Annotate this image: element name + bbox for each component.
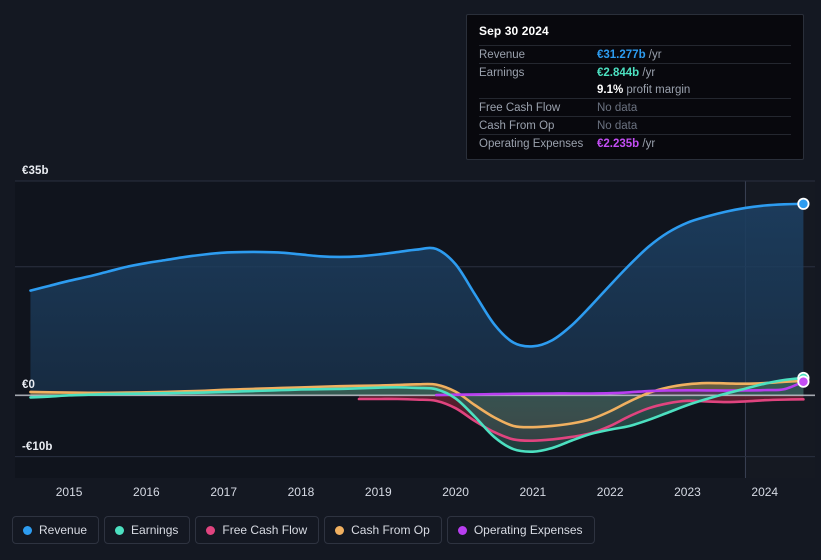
legend-color-dot-icon <box>206 525 216 535</box>
x-axis-tick: 2022 <box>596 485 624 499</box>
x-axis-tick: 2018 <box>287 485 315 499</box>
tooltip-row-unit: profit margin <box>623 83 691 96</box>
tooltip-row-label: Revenue <box>479 48 526 61</box>
y-axis-tick: €35b <box>22 165 49 177</box>
tooltip-row-value: No data <box>597 102 637 114</box>
tooltip-row-label: Operating Expenses <box>479 137 584 150</box>
tooltip-row: Earnings €2.844b /yr <box>479 63 791 81</box>
tooltip-row-label: Free Cash Flow <box>479 101 561 114</box>
legend-item-earnings[interactable]: Earnings <box>104 516 191 544</box>
legend-color-dot-icon <box>457 525 467 535</box>
legend-item-label: Revenue <box>39 523 88 537</box>
x-axis-tick: 2021 <box>519 485 547 499</box>
legend-color-dot-icon <box>115 525 125 535</box>
legend-color-dot-icon <box>23 525 32 535</box>
tooltip-row-unit: /yr <box>639 66 656 79</box>
tooltip-row-value: €2.844b /yr <box>597 67 655 79</box>
legend-item-label: Operating Expenses <box>473 523 583 537</box>
y-axis-tick: €0 <box>22 379 35 392</box>
tooltip-row: 9.1% profit margin <box>479 81 791 98</box>
tooltip-rows: Revenue €31.277b /yr Earnings €2.844b /yr 9.… <box>479 45 791 152</box>
legend-item-cash-from-op[interactable]: Cash From Op <box>324 516 442 544</box>
tooltip-row: Operating Expenses €2.235b /yr <box>479 134 791 152</box>
tooltip-row-value: €2.235b /yr <box>597 138 655 150</box>
chart-legend: Revenue Earnings Free Cash Flow Cash From O… <box>12 516 595 544</box>
tooltip-row: Cash From Op No data <box>479 116 791 134</box>
legend-item-label: Cash From Op <box>351 523 430 537</box>
x-axis-tick: 2020 <box>442 485 469 499</box>
financial-chart-page: €35b €0 -€10b 2015 2016 2017 2018 2019 2020 2021… <box>0 0 821 560</box>
tooltip-row-unit: /yr <box>639 137 656 150</box>
legend-item-operating-expenses[interactable]: Operating Expenses <box>446 516 595 544</box>
x-axis-tick: 2019 <box>364 485 392 499</box>
tooltip-row-label: Earnings <box>479 66 525 79</box>
tooltip-row-amount: No data <box>597 101 638 114</box>
legend-item-free-cash-flow[interactable]: Free Cash Flow <box>195 516 320 544</box>
tooltip-row-value: 9.1% profit margin <box>597 84 690 96</box>
x-axis-tick: 2015 <box>55 485 83 499</box>
tooltip-row-value: €31.277b /yr <box>597 49 662 61</box>
legend-item-label: Earnings <box>131 523 179 537</box>
x-axis-tick: 2024 <box>751 485 779 499</box>
tooltip-row-amount: €2.235b <box>597 137 640 150</box>
chart-tooltip: Sep 30 2024 Revenue €31.277b /yr Earnings €… <box>466 14 804 160</box>
tooltip-row-unit: /yr <box>645 48 662 61</box>
tooltip-row: Free Cash Flow No data <box>479 98 791 116</box>
legend-color-dot-icon <box>335 525 345 535</box>
tooltip-row-amount: €2.844b <box>597 66 640 79</box>
tooltip-row-amount: No data <box>597 119 638 132</box>
legend-item-revenue[interactable]: Revenue <box>12 516 100 544</box>
x-axis-tick: 2017 <box>210 485 238 499</box>
y-axis-tick: -€10b <box>22 440 53 453</box>
tooltip-row-amount: 9.1% <box>597 83 624 96</box>
x-axis-tick: 2023 <box>674 485 701 499</box>
tooltip-row: Revenue €31.277b /yr <box>479 45 791 63</box>
tooltip-row-value: No data <box>597 120 637 132</box>
x-axis-tick: 2016 <box>133 485 160 499</box>
legend-item-label: Free Cash Flow <box>222 523 308 537</box>
tooltip-date: Sep 30 2024 <box>479 24 549 38</box>
tooltip-row-label: Cash From Op <box>479 119 555 132</box>
tooltip-row-amount: €31.277b <box>597 48 646 61</box>
